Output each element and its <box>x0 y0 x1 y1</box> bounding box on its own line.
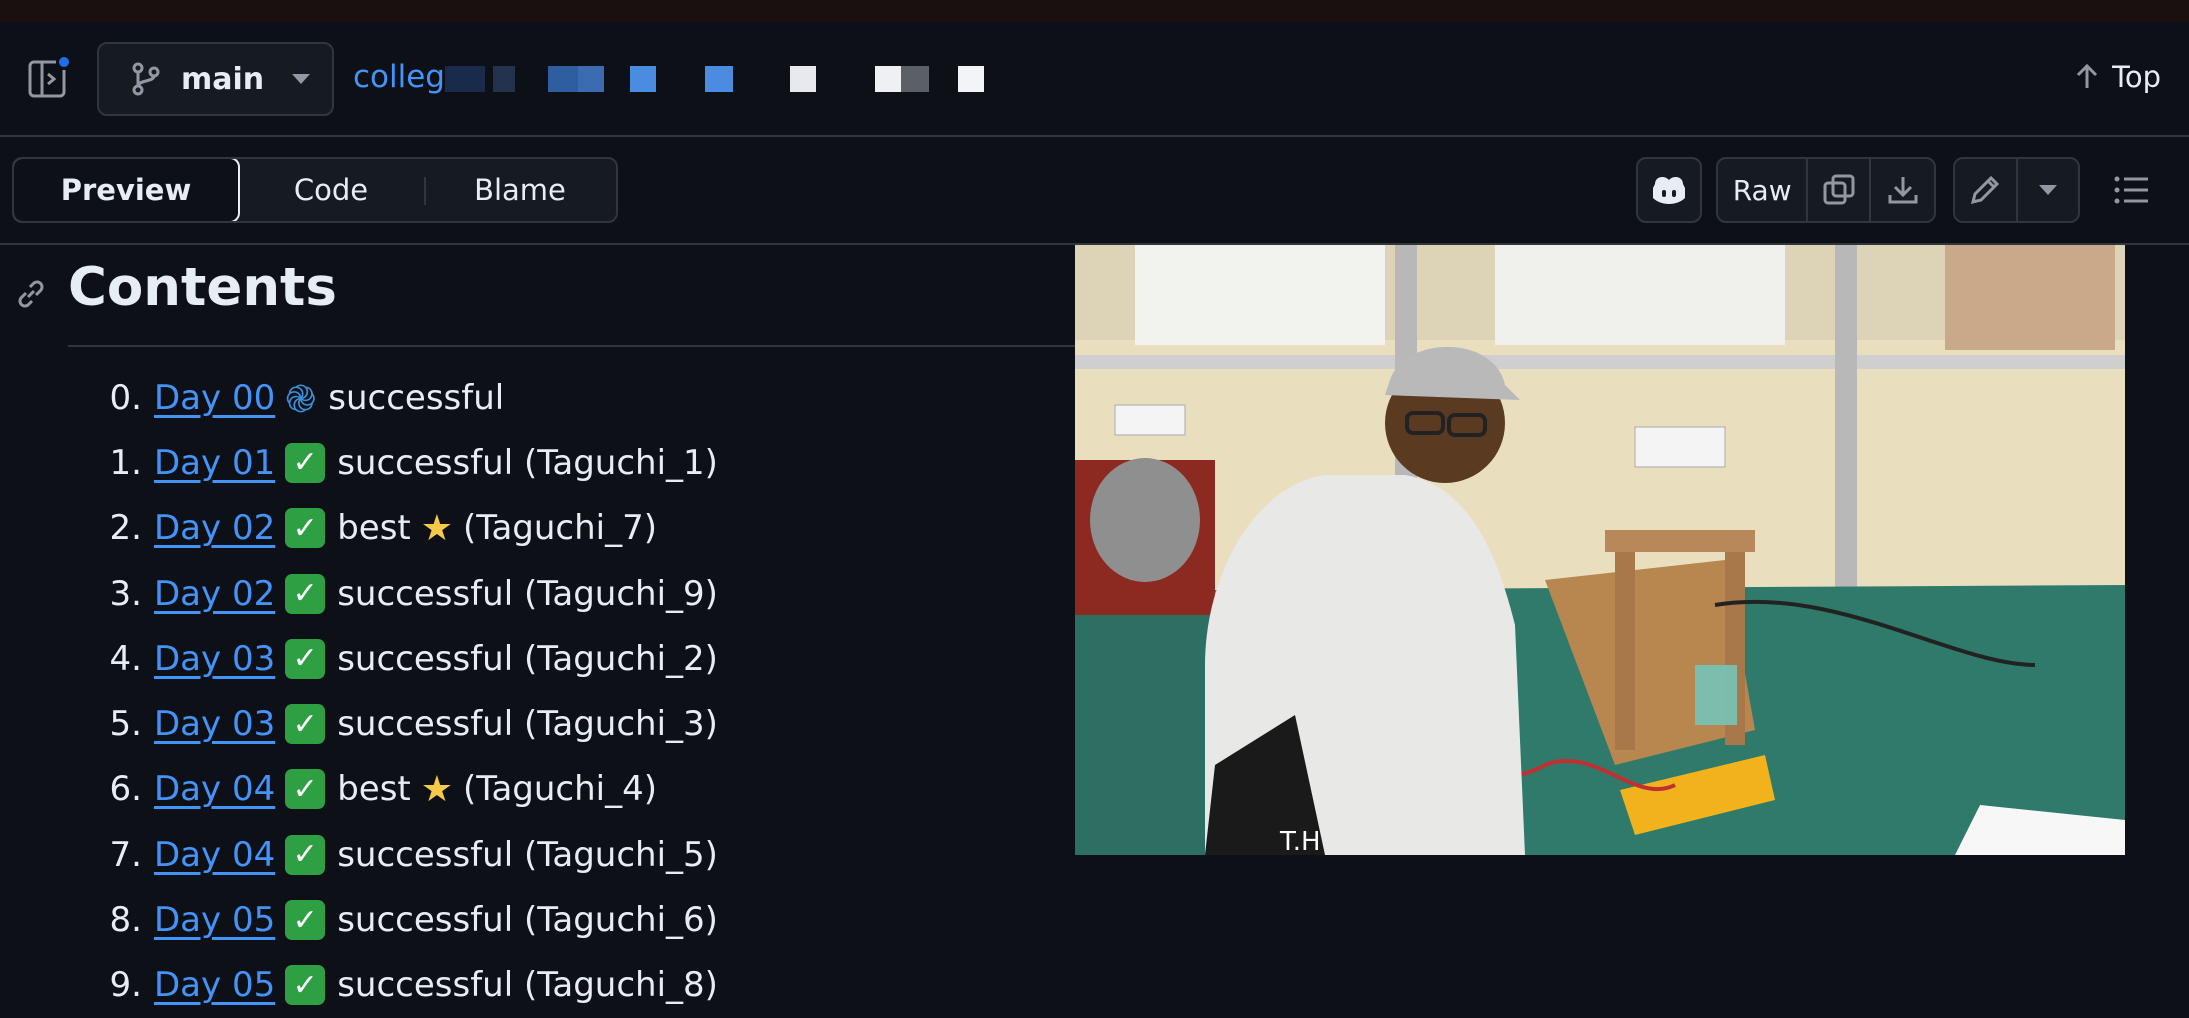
raw-button[interactable]: Raw <box>1718 159 1809 221</box>
download-button[interactable] <box>1871 159 1934 221</box>
list-item: 7. Day 04 ✓ successful (Taguchi_5) <box>100 822 718 887</box>
breadcrumb-root-link[interactable]: colleg <box>353 59 445 95</box>
list-item-status: successful <box>328 377 505 418</box>
list-item-run: (Taguchi_7) <box>463 508 658 549</box>
copy-button[interactable] <box>1808 159 1872 221</box>
chevron-down-icon <box>2038 185 2057 195</box>
list-item-number: 1. <box>109 442 142 483</box>
list-item-number: 3. <box>109 573 142 614</box>
tab-blame[interactable]: Blame <box>424 159 616 221</box>
redacted-breadcrumb-path <box>445 62 1000 102</box>
check-mark-icon: ✓ <box>285 769 326 810</box>
back-to-top-link[interactable]: Top <box>2072 60 2161 94</box>
day-link[interactable]: Day 05 <box>154 900 275 940</box>
list-item-number: 0. <box>109 377 142 418</box>
window-top-strip <box>0 0 2189 22</box>
day-link[interactable]: Day 04 <box>154 835 275 875</box>
cyclone-icon: ֎ <box>285 376 317 421</box>
check-mark-icon: ✓ <box>285 573 326 614</box>
list-item-run: (Taguchi_4) <box>463 769 658 810</box>
check-mark-icon: ✓ <box>285 834 326 875</box>
list-item-status: successful (Taguchi_2) <box>337 638 718 679</box>
list-item-number: 7. <box>109 834 142 875</box>
star-icon: ★ <box>420 768 454 810</box>
check-mark-icon: ✓ <box>285 900 326 941</box>
list-item: 2. Day 02 ✓ best ★ (Taguchi_7) <box>100 496 718 561</box>
check-mark-icon: ✓ <box>285 638 326 679</box>
list-item: 3. Day 02 ✓ successful (Taguchi_9) <box>100 561 718 626</box>
copilot-button[interactable] <box>1636 157 1702 223</box>
list-item: 9. Day 05 ✓ successful (Taguchi_8) <box>100 953 718 1018</box>
star-icon: ★ <box>420 507 454 549</box>
notification-dot <box>56 54 72 70</box>
sidebar-toggle-button[interactable] <box>26 54 72 100</box>
list-item-number: 6. <box>109 769 142 810</box>
list-item: 6. Day 04 ✓ best ★ (Taguchi_4) <box>100 757 718 822</box>
file-toolbar: Preview Code Blame Raw <box>0 137 2189 245</box>
list-item-status: best <box>337 508 411 549</box>
list-item-status: successful (Taguchi_9) <box>337 573 718 614</box>
heading-anchor-link[interactable] <box>12 275 50 317</box>
copilot-icon <box>1653 176 1685 204</box>
check-mark-icon: ✓ <box>285 704 326 745</box>
list-item-number: 2. <box>109 508 142 549</box>
view-mode-tabs: Preview Code Blame <box>12 157 618 223</box>
list-item-status: successful (Taguchi_6) <box>337 900 718 941</box>
branch-name: main <box>181 61 265 97</box>
chevron-down-icon <box>292 74 311 84</box>
check-mark-icon: ✓ <box>285 965 326 1006</box>
day-link[interactable]: Day 02 <box>154 508 275 548</box>
list-item-status: best <box>337 769 411 810</box>
edit-options-dropdown[interactable] <box>2018 159 2078 221</box>
arrow-up-icon <box>2077 63 2098 88</box>
day-link[interactable]: Day 03 <box>154 639 275 679</box>
day-link[interactable]: Day 03 <box>154 704 275 744</box>
table-label: T.H <box>1279 827 1321 855</box>
file-header: main colleg Top <box>0 22 2189 137</box>
list-icon <box>2114 176 2148 204</box>
tab-code[interactable]: Code <box>238 159 424 221</box>
list-item: 0. Day 00 ֎ successful <box>100 365 718 430</box>
download-icon <box>1888 177 1918 204</box>
day-link[interactable]: Day 01 <box>154 443 275 483</box>
day-link[interactable]: Day 02 <box>154 574 275 614</box>
outline-button[interactable] <box>2100 157 2162 223</box>
list-item-status: successful (Taguchi_1) <box>337 442 718 483</box>
list-item: 5. Day 03 ✓ successful (Taguchi_3) <box>100 691 718 756</box>
edit-group <box>1953 157 2080 223</box>
lab-photo-illustration: T.H <box>1075 245 2125 855</box>
day-link[interactable]: Day 05 <box>154 965 275 1005</box>
git-branch-icon <box>132 62 160 96</box>
list-item-number: 4. <box>109 638 142 679</box>
check-mark-icon: ✓ <box>285 508 326 549</box>
list-item-number: 8. <box>109 900 142 941</box>
top-label: Top <box>2112 60 2161 94</box>
day-link[interactable]: Day 04 <box>154 769 275 809</box>
check-mark-icon: ✓ <box>285 442 326 483</box>
list-item-number: 9. <box>109 965 142 1006</box>
list-item-status: successful (Taguchi_3) <box>337 704 718 745</box>
list-item-status: successful (Taguchi_5) <box>337 834 718 875</box>
edit-file-button[interactable] <box>1955 159 2018 221</box>
lab-photo: T.H <box>1075 245 2125 855</box>
tab-preview[interactable]: Preview <box>14 159 240 221</box>
list-item-status: successful (Taguchi_8) <box>337 965 718 1006</box>
contents-list: 0. Day 00 ֎ successful 1. Day 01 ✓ successful (… <box>100 365 718 1018</box>
readme-content: Contents T.H 0. Day 00 ֎ successful 1. D… <box>0 245 2189 1006</box>
list-item: 8. Day 05 ✓ successful (Taguchi_6) <box>100 887 718 952</box>
heading-divider <box>68 345 1128 347</box>
list-item-number: 5. <box>109 704 142 745</box>
day-link[interactable]: Day 00 <box>154 378 275 418</box>
list-item: 4. Day 03 ✓ successful (Taguchi_2) <box>100 626 718 691</box>
link-icon <box>18 280 44 308</box>
branch-selector[interactable]: main <box>97 42 334 116</box>
pencil-icon <box>1971 175 2000 205</box>
raw-copy-download-group: Raw <box>1716 157 1936 223</box>
list-item: 1. Day 01 ✓ successful (Taguchi_1) <box>100 430 718 495</box>
contents-heading: Contents <box>68 257 337 318</box>
copy-icon <box>1823 174 1855 205</box>
